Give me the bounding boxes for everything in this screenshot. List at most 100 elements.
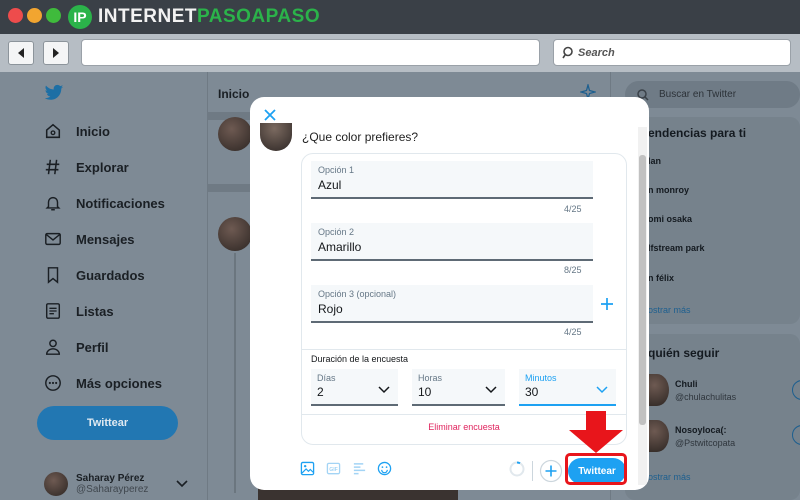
svg-text:GIF: GIF <box>329 467 338 473</box>
follow-handle: @chulachulitas <box>675 392 737 402</box>
nav-label: Más opciones <box>76 375 162 391</box>
image-icon[interactable] <box>300 461 315 476</box>
progress-ring-icon <box>509 461 525 477</box>
profile-card[interactable]: Saharay Pérez @Saharayperez <box>44 472 148 496</box>
nav-label: Mensajes <box>76 231 135 247</box>
person-icon <box>45 339 61 355</box>
who-to-follow-title: quién seguir <box>648 346 720 360</box>
chevron-down-icon <box>378 386 390 394</box>
trend-item[interactable]: lan <box>648 156 661 166</box>
follow-handle: @Pstwitcopata <box>675 438 736 448</box>
nav-label: Notificaciones <box>76 195 165 211</box>
sidebar-tweet-button[interactable]: Twittear <box>37 406 178 440</box>
trend-item[interactable]: lfstream park <box>648 243 705 253</box>
nav-label: Guardados <box>76 267 145 283</box>
bell-icon <box>45 196 61 211</box>
nav-item-inicio[interactable]: Inicio <box>44 122 110 140</box>
home-icon <box>45 123 61 139</box>
emoji-icon[interactable] <box>377 461 392 476</box>
poll-option-value: Amarillo <box>318 240 362 254</box>
back-button[interactable] <box>8 41 34 65</box>
logo-text-part1: INTERNET <box>98 6 197 27</box>
left-sidebar: Inicio Explorar Notificaciones Mensajes … <box>0 72 207 500</box>
poll-option-1-input[interactable]: Opción 1 Azul <box>311 161 593 199</box>
avatar[interactable] <box>218 217 252 251</box>
trend-item[interactable]: omi osaka <box>648 214 692 224</box>
poll-icon[interactable] <box>352 461 367 476</box>
profile-handle: @Saharayperez <box>76 484 149 495</box>
hashtag-icon <box>45 159 60 175</box>
page-title: Inicio <box>218 87 250 101</box>
nav-item-listas[interactable]: Listas <box>44 302 114 320</box>
browser-search-input[interactable]: Search <box>553 39 791 66</box>
logo-text-part2: PASOAPASO <box>197 6 321 27</box>
show-more-link[interactable]: ostrar más <box>648 472 691 482</box>
forward-button[interactable] <box>43 41 69 65</box>
select-label: Horas <box>418 373 443 383</box>
add-tweet-icon[interactable] <box>539 459 563 483</box>
gif-icon[interactable]: GIF <box>326 461 341 476</box>
highlight-box <box>565 453 627 485</box>
mail-icon <box>45 232 61 246</box>
nav-item-guardados[interactable]: Guardados <box>44 266 145 284</box>
nav-label: Listas <box>76 303 114 319</box>
divider <box>302 349 626 350</box>
red-arrow-icon <box>569 411 623 453</box>
maximize-window-button[interactable] <box>46 8 61 23</box>
poll-option-label: Opción 2 <box>318 227 355 237</box>
poll-option-3-input[interactable]: Opción 3 (opcional) Rojo <box>311 285 593 323</box>
poll-option-2-input[interactable]: Opción 2 Amarillo <box>311 223 593 261</box>
site-logo: IP INTERNETPASOAPASO <box>68 4 320 30</box>
search-icon <box>562 46 573 59</box>
nav-item-perfil[interactable]: Perfil <box>44 338 109 356</box>
poll-option-value: Rojo <box>318 302 343 316</box>
nav-item-mas-opciones[interactable]: Más opciones <box>44 374 162 392</box>
trend-item[interactable]: n félix <box>648 273 674 283</box>
chevron-down-icon[interactable] <box>176 480 188 488</box>
bookmark-icon <box>47 267 59 284</box>
divider <box>532 461 533 481</box>
nav-item-notificaciones[interactable]: Notificaciones <box>44 194 165 212</box>
list-icon <box>45 303 61 319</box>
url-input[interactable] <box>81 39 540 66</box>
select-label: Minutos <box>525 373 557 383</box>
minimize-window-button[interactable] <box>27 8 42 23</box>
twitter-bird-icon[interactable] <box>44 84 64 102</box>
logo-mark: IP <box>68 5 92 29</box>
hours-select[interactable]: Horas 10 <box>412 369 505 406</box>
scrollbar-thumb[interactable] <box>639 155 646 425</box>
char-counter: 4/25 <box>564 204 582 214</box>
close-icon[interactable] <box>263 108 277 122</box>
char-counter: 4/25 <box>564 327 582 337</box>
minutes-select[interactable]: Minutos 30 <box>519 369 616 406</box>
browser-nav-bar: Search <box>0 34 800 72</box>
tweet-text-input[interactable]: ¿Que color prefieres? <box>302 130 418 144</box>
poll-duration-label: Duración de la encuesta <box>311 354 409 364</box>
logo-text: INTERNETPASOAPASO <box>98 6 320 28</box>
browser-title-bar: IP INTERNETPASOAPASO <box>0 0 800 34</box>
poll-option-value: Azul <box>318 178 342 192</box>
trend-item[interactable]: n monroy <box>648 185 689 195</box>
poll-option-label: Opción 1 <box>318 165 355 175</box>
trends-title: endencias para ti <box>648 126 747 140</box>
twitter-search-placeholder: Buscar en Twitter <box>659 89 737 100</box>
select-label: Días <box>317 373 336 383</box>
poll-option-label: Opción 3 (opcional) <box>318 289 397 299</box>
avatar <box>260 123 292 151</box>
profile-name: Saharay Pérez <box>76 473 145 484</box>
thread-line <box>234 253 236 493</box>
show-more-link[interactable]: ostrar más <box>648 305 691 315</box>
nav-item-explorar[interactable]: Explorar <box>44 158 129 176</box>
plus-icon[interactable] <box>600 297 614 311</box>
follow-name[interactable]: Nosoyloca(: <box>675 425 727 435</box>
twitter-search-input[interactable]: Buscar en Twitter <box>625 81 800 108</box>
more-icon <box>45 375 61 391</box>
nav-label: Inicio <box>76 123 110 139</box>
browser-search-placeholder: Search <box>578 46 615 59</box>
back-arrow-icon <box>18 48 24 58</box>
nav-item-mensajes[interactable]: Mensajes <box>44 230 135 248</box>
avatar[interactable] <box>218 117 252 151</box>
days-select[interactable]: Días 2 <box>311 369 398 406</box>
follow-name[interactable]: Chuli <box>675 379 698 389</box>
close-window-button[interactable] <box>8 8 23 23</box>
